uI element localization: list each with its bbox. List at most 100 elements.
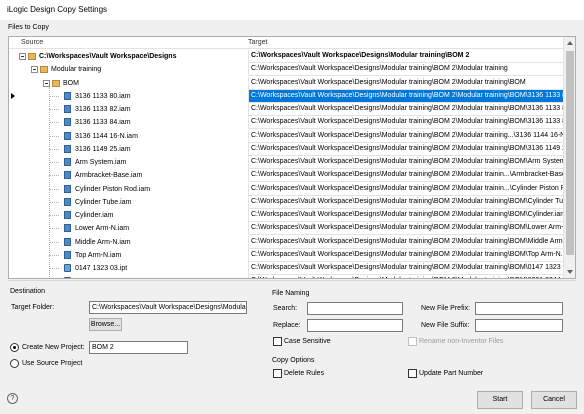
target-cell[interactable]: C:\Workspaces\Vault Workspace\Designs\Mo… [248, 209, 567, 222]
table-row[interactable]: Lower Arm-N.iam C:\Workspaces\Vault Works… [9, 222, 567, 236]
target-cell[interactable]: C:\Workspaces\Vault Workspace\Designs\Mo… [248, 182, 567, 196]
tree-connector [49, 241, 59, 243]
scroll-thumb[interactable] [566, 51, 574, 255]
scroll-up-arrow-icon[interactable] [567, 41, 573, 45]
target-folder-input[interactable]: C:\Workspaces\Vault Workspace\Designs\Mo… [89, 301, 247, 314]
source-cell[interactable]: Cylinder.iam [9, 209, 247, 222]
target-cell[interactable]: C:\Workspaces\Vault Workspace\Designs\Mo… [248, 275, 567, 278]
table-row[interactable]: 0147 1323 03.ipt C:\Workspaces\Vault Work… [9, 262, 567, 275]
target-cell[interactable]: C:\Workspaces\Vault Workspace\Designs\Mo… [248, 235, 567, 249]
files-grid[interactable]: Source Target C:\Workspaces\Vault Worksp… [8, 36, 576, 279]
source-name: 3136 1149 25.iam [75, 145, 131, 153]
source-name: Modular training [51, 66, 102, 74]
table-row[interactable]: Modular training C:\Workspaces\Vault Work… [9, 63, 567, 77]
target-cell[interactable]: C:\Workspaces\Vault Workspace\Designs\Mo… [248, 116, 567, 130]
table-row[interactable]: 3136 1133 80.iam C:\Workspaces\Vault Work… [9, 89, 567, 103]
table-row[interactable]: BOM C:\Workspaces\Vault Workspace\Designs… [9, 76, 567, 90]
collapse-minus-icon[interactable] [31, 66, 38, 74]
new-file-prefix-input[interactable] [475, 302, 563, 315]
table-row[interactable]: 3136 1144 16-N.iam C:\Workspaces\Vault Wo… [9, 129, 567, 143]
target-cell[interactable]: C:\Workspaces\Vault Workspace\Designs\Mo… [248, 63, 567, 77]
search-input[interactable] [307, 302, 403, 315]
source-cell[interactable]: 3136 1144 16-N.iam [9, 130, 247, 143]
source-cell[interactable]: 3136 1149 25.iam [9, 143, 247, 156]
source-column-header[interactable]: Source [21, 39, 43, 46]
create-new-project-radio[interactable] [10, 343, 19, 352]
cancel-button[interactable]: Cancel [531, 391, 577, 409]
source-cell[interactable]: C:\Workspaces\Vault Workspace\Designs [9, 50, 247, 63]
tree-guide-line [49, 86, 50, 278]
target-cell[interactable]: C:\Workspaces\Vault Workspace\Designs\Mo… [248, 222, 567, 236]
table-row[interactable]: Top Arm-N.iam C:\Workspaces\Vault Workspa… [9, 248, 567, 262]
use-source-project-radio[interactable] [10, 359, 19, 368]
target-cell[interactable]: C:\Workspaces\Vault Workspace\Designs\Mo… [248, 142, 567, 156]
source-cell[interactable]: 0301 2344 00.ipt [9, 275, 247, 278]
start-button[interactable]: Start [477, 391, 523, 409]
source-cell[interactable]: Armbracket-Base.iam [9, 169, 247, 182]
collapse-minus-icon[interactable] [19, 53, 26, 60]
tree-connector [49, 109, 59, 110]
new-project-name-input[interactable]: BOM 2 [89, 341, 188, 354]
source-cell[interactable]: 3136 1133 82.iam [9, 103, 247, 116]
target-cell[interactable]: C:\Workspaces\Vault Workspace\Designs\Mo… [248, 50, 567, 63]
table-row[interactable]: Middle Arm-N.iam C:\Workspaces\Vault Work… [9, 235, 567, 249]
source-name: 3136 1133 82.iam [75, 106, 131, 113]
source-cell[interactable]: Arm System.iam [9, 156, 247, 169]
table-row[interactable]: Arm System.iam C:\Workspaces\Vault Worksp… [9, 156, 567, 169]
vertical-scrollbar[interactable] [563, 37, 575, 278]
update-part-number-checkbox[interactable] [408, 369, 417, 378]
rename-non-inventor-checkbox [408, 337, 417, 346]
help-icon[interactable]: ? [7, 393, 18, 404]
use-source-project-label: Use Source Project [22, 360, 83, 367]
part-icon [64, 264, 71, 272]
folder-icon [52, 79, 60, 87]
table-row[interactable]: 3136 1133 82.iam C:\Workspaces\Vault Work… [9, 103, 567, 116]
collapse-minus-icon[interactable] [43, 79, 50, 87]
tree-connector [49, 228, 59, 230]
source-name: Armbracket-Base.iam [75, 172, 143, 180]
target-cell[interactable]: C:\Workspaces\Vault Workspace\Designs\Mo… [248, 262, 567, 275]
folder-icon [40, 66, 48, 74]
new-file-suffix-label: New File Suffix: [421, 322, 470, 329]
table-row[interactable]: 3136 1149 25.iam C:\Workspaces\Vault Work… [9, 142, 567, 156]
assembly-icon [64, 144, 71, 153]
table-row[interactable]: Cylinder Tube.iam C:\Workspaces\Vault Wor… [9, 195, 567, 209]
source-name: Lower Arm-N.iam [75, 225, 130, 233]
table-row[interactable]: Cylinder.iam C:\Workspaces\Vault Workspac… [9, 209, 567, 222]
source-cell[interactable]: 3136 1133 84.iam [9, 116, 247, 129]
replace-input[interactable] [307, 319, 403, 332]
new-file-suffix-input[interactable] [475, 319, 563, 332]
source-cell[interactable]: BOM [9, 77, 247, 90]
scroll-down-arrow-icon[interactable] [567, 270, 573, 274]
table-row[interactable]: Armbracket-Base.iam C:\Workspaces\Vault W… [9, 169, 567, 183]
source-cell[interactable]: Middle Arm-N.iam [9, 236, 247, 249]
tree-connector [49, 188, 59, 190]
source-cell[interactable]: Lower Arm-N.iam [9, 222, 247, 235]
target-cell[interactable]: C:\Workspaces\Vault Workspace\Designs\Mo… [248, 103, 567, 116]
table-row[interactable]: C:\Workspaces\Vault Workspace\Designs C:\… [9, 50, 567, 63]
source-cell[interactable]: Top Arm-N.iam [9, 249, 247, 262]
source-cell[interactable]: Cylinder Tube.iam [9, 196, 247, 209]
source-name: 3136 1133 80.iam [75, 92, 131, 100]
delete-rules-checkbox[interactable] [273, 369, 282, 378]
target-cell[interactable]: C:\Workspaces\Vault Workspace\Designs\Mo… [248, 169, 567, 183]
source-cell[interactable]: Cylinder Piston Rod.iam [9, 183, 247, 196]
target-cell[interactable]: C:\Workspaces\Vault Workspace\Designs\Mo… [248, 89, 567, 103]
file-naming-heading: File Naming [272, 290, 310, 297]
browse-button[interactable]: Browse... [89, 318, 122, 331]
target-cell[interactable]: C:\Workspaces\Vault Workspace\Designs\Mo… [248, 156, 567, 169]
source-cell[interactable]: 0147 1323 03.ipt [9, 262, 247, 275]
target-column-header[interactable]: Target [248, 39, 267, 46]
target-cell[interactable]: C:\Workspaces\Vault Workspace\Designs\Mo… [248, 129, 567, 143]
target-cell[interactable]: C:\Workspaces\Vault Workspace\Designs\Mo… [248, 248, 567, 262]
target-cell[interactable]: C:\Workspaces\Vault Workspace\Designs\Mo… [248, 195, 567, 209]
target-cell[interactable]: C:\Workspaces\Vault Workspace\Designs\Mo… [248, 76, 567, 90]
table-row[interactable]: 3136 1133 84.iam C:\Workspaces\Vault Work… [9, 116, 567, 130]
case-sensitive-checkbox[interactable] [273, 337, 282, 346]
part-icon [64, 277, 71, 278]
source-cell[interactable]: 3136 1133 80.iam [9, 90, 247, 103]
table-row[interactable]: 0301 2344 00.ipt C:\Workspaces\Vault Work… [9, 275, 567, 278]
update-part-number-label: Update Part Number [419, 370, 484, 377]
table-row[interactable]: Cylinder Piston Rod.iam C:\Workspaces\Vau… [9, 182, 567, 196]
source-cell[interactable]: Modular training [9, 63, 247, 76]
